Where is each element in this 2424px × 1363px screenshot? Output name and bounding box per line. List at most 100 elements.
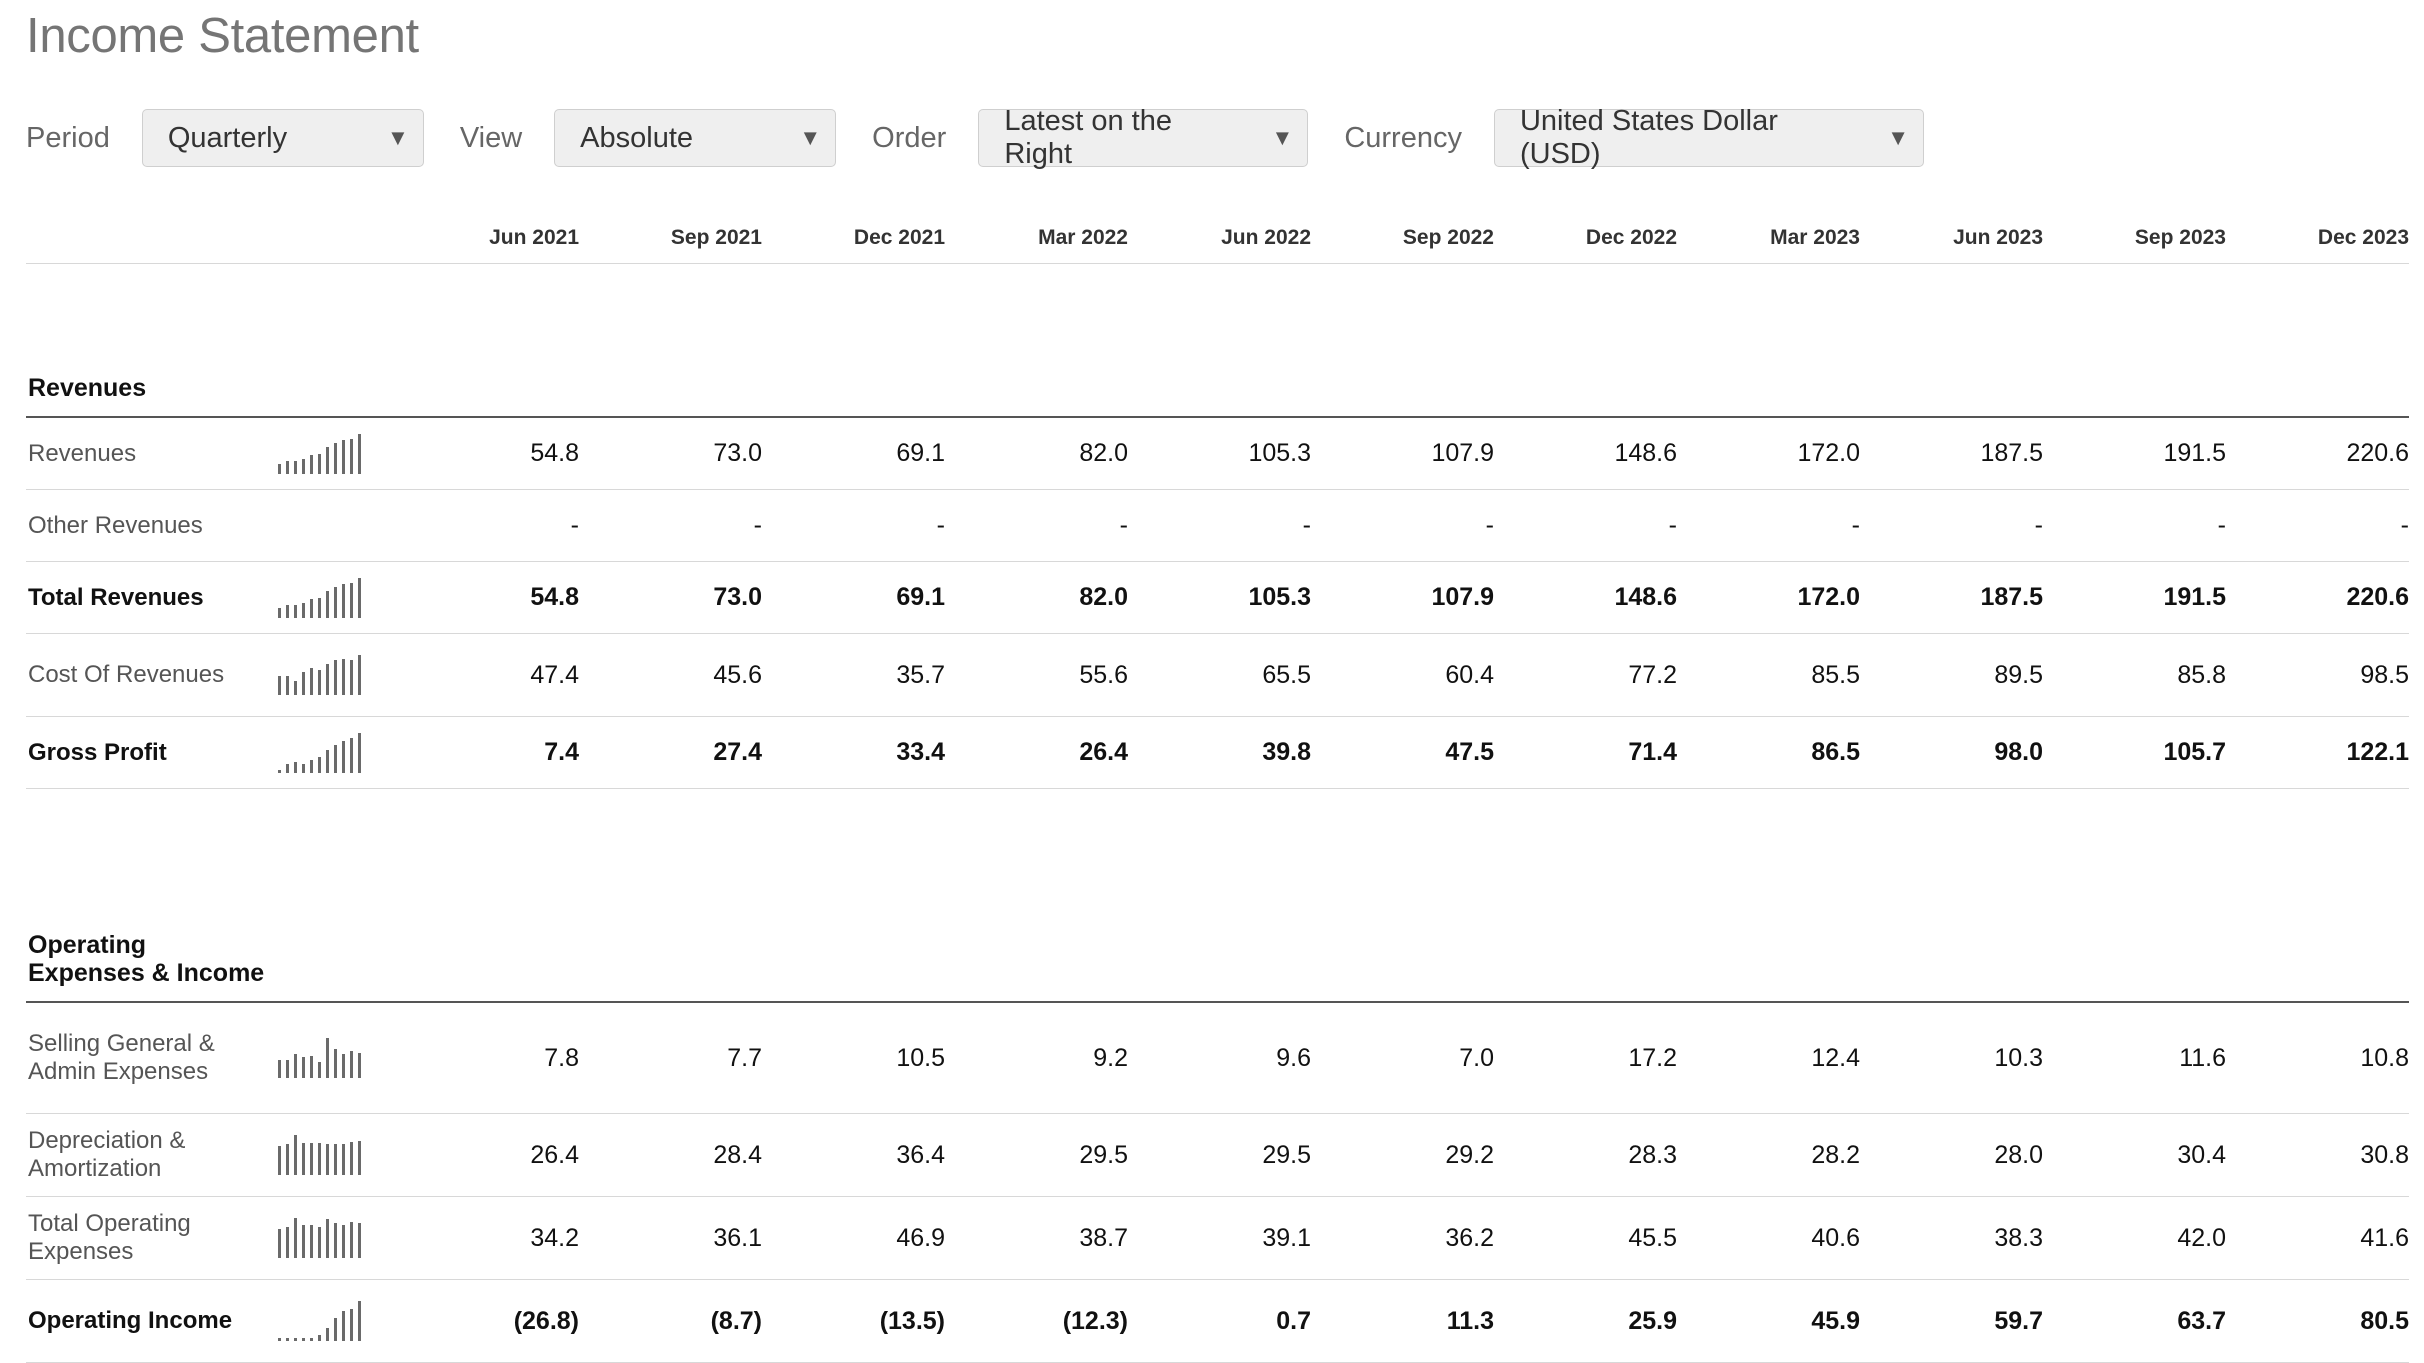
value-cell: 7.7 [579, 1002, 762, 1114]
sparkline-chart[interactable] [278, 655, 396, 695]
sparkline-bar [342, 1311, 345, 1341]
value-cell: 69.1 [762, 561, 945, 634]
sparkline-chart[interactable] [278, 1218, 396, 1258]
value-cell: 86.5 [1677, 716, 1860, 789]
value-cell: 30.4 [2043, 1113, 2226, 1197]
period-select-value: Quarterly [167, 121, 288, 154]
sparkline-bar [310, 598, 313, 618]
sparkline-bar [278, 1060, 281, 1078]
value-cell: 98.0 [1860, 716, 2043, 789]
sparkline-cell [266, 417, 396, 490]
value-cell: 71.4 [1494, 716, 1677, 789]
sparkline-bar [358, 1223, 361, 1258]
sparkline-bar [326, 1038, 329, 1078]
value-cell: 89.5 [1860, 633, 2043, 717]
order-select[interactable]: Latest on the Right ▼ [978, 105, 1309, 170]
value-cell: 172.0 [1677, 561, 1860, 634]
row-label: Operating Income [26, 1279, 266, 1363]
sparkline-bar [358, 655, 361, 695]
value-cell: 26.4 [945, 716, 1128, 789]
column-header: Sep 2021 [579, 213, 762, 264]
sparkline-chart[interactable] [278, 1301, 396, 1341]
sparkline-bar [326, 749, 329, 773]
value-cell: - [1677, 489, 1860, 562]
value-cell: 122.1 [2226, 716, 2409, 789]
filter-bar: Period Quarterly ▼ View Absolute ▼ Order… [26, 105, 1960, 170]
sparkline-bar [326, 590, 329, 618]
value-cell: 85.5 [1677, 633, 1860, 717]
sparkline-bar [358, 433, 361, 474]
sparkline-bar [310, 454, 313, 474]
sparkline-bar [294, 1338, 297, 1341]
sparkline-bar [278, 463, 281, 474]
column-header: Dec 2021 [762, 213, 945, 264]
period-select[interactable]: Quarterly ▼ [141, 109, 424, 167]
value-cell: - [1128, 489, 1311, 562]
value-cell: 172.0 [1677, 417, 1860, 490]
sparkline-bar [350, 582, 353, 618]
view-select[interactable]: Absolute ▼ [554, 109, 837, 167]
sparkline-bar [334, 1318, 337, 1341]
value-cell: 191.5 [2043, 417, 2226, 490]
sparkline-bar [302, 602, 305, 618]
currency-label: Currency [1344, 121, 1462, 154]
sparkline-bar [326, 1219, 329, 1258]
sparkline-bar [342, 1144, 345, 1175]
value-cell: 54.8 [396, 417, 579, 490]
value-cell: 220.6 [2226, 561, 2409, 634]
value-cell: 80.5 [2226, 1279, 2409, 1363]
sparkline-bar [358, 732, 361, 773]
sparkline-bar [350, 1142, 353, 1175]
value-cell: 11.3 [1311, 1279, 1494, 1363]
sparkline-bar [302, 1057, 305, 1078]
value-cell: 82.0 [945, 561, 1128, 634]
sparkline-chart[interactable] [278, 1135, 396, 1175]
sparkline-bar [310, 668, 313, 695]
column-header: Jun 2023 [1860, 213, 2043, 264]
value-cell: 98.5 [2226, 633, 2409, 717]
value-cell: 36.2 [1311, 1196, 1494, 1280]
table-row: Selling General & Admin Expenses 7.8 7.7 10… [26, 1002, 2409, 1114]
sparkline-bar [294, 604, 297, 618]
value-cell: 7.0 [1311, 1002, 1494, 1114]
currency-select-value: United States Dollar (USD) [1519, 105, 1778, 170]
sparkline-cell [266, 1196, 396, 1280]
sparkline-bar [358, 1301, 361, 1341]
section-title: Operating Expenses & Income [26, 901, 266, 1003]
sparkline-bar [334, 442, 337, 474]
sparkline-bar [302, 458, 305, 474]
value-cell: 85.8 [2043, 633, 2226, 717]
value-cell: 45.5 [1494, 1196, 1677, 1280]
sparkline-chart[interactable] [278, 433, 396, 474]
sparkline-cell [266, 1113, 396, 1197]
page-title: Income Statement [26, 9, 419, 63]
value-cell: 39.1 [1128, 1196, 1311, 1280]
currency-select[interactable]: United States Dollar (USD) ▼ [1493, 105, 1924, 170]
sparkline-bar [294, 761, 297, 773]
sparkline-bar [350, 438, 353, 474]
value-cell: 26.4 [396, 1113, 579, 1197]
value-cell: 34.2 [396, 1196, 579, 1280]
value-cell: 69.1 [762, 417, 945, 490]
sparkline-bar [294, 460, 297, 474]
section-title: Revenues [26, 354, 266, 418]
sparkline-bar [294, 1054, 297, 1078]
value-cell: 65.5 [1128, 633, 1311, 717]
value-cell: 46.9 [762, 1196, 945, 1280]
sparkline-bar [342, 1225, 345, 1258]
value-cell: 30.8 [2226, 1113, 2409, 1197]
value-cell: - [2043, 489, 2226, 562]
sparkline-bar [302, 1338, 305, 1341]
value-cell: 60.4 [1311, 633, 1494, 717]
column-header: Dec 2023 [2226, 213, 2409, 264]
sparkline-chart[interactable] [278, 577, 396, 618]
value-cell: 29.5 [945, 1113, 1128, 1197]
period-label: Period [26, 121, 110, 154]
sparkline-bar [334, 744, 337, 773]
sparkline-bar [294, 681, 297, 695]
sparkline-chart[interactable] [278, 1038, 396, 1078]
sparkline-bar [278, 1229, 281, 1258]
sparkline-chart[interactable] [278, 732, 396, 773]
sparkline-bar [302, 672, 305, 695]
value-cell: - [762, 489, 945, 562]
